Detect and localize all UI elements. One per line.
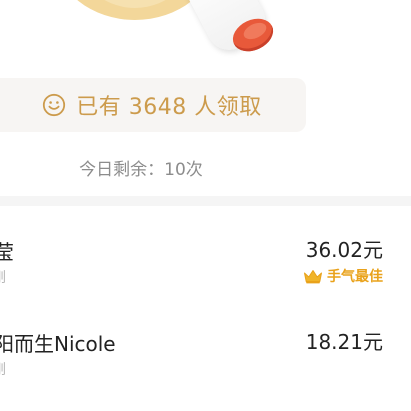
recipient-time: 刚 [0,359,6,379]
claimed-count-text: 已有 3648 人领取 [76,95,262,120]
amount-received: 18.21元 [305,330,383,354]
red-packet-detail-page: 已有 3648 人领取 今日剩余：10次 莹 刚 36.02元 手气最佳 阳而生… [0,0,411,411]
claimed-count-pill: 已有 3648 人领取 [0,78,306,132]
list-item[interactable]: 莹 刚 36.02元 手气最佳 [0,206,411,286]
section-divider [0,196,411,206]
recipient-name: 莹 [0,240,14,264]
amount-received: 36.02元 [305,238,383,262]
list-item[interactable]: 阳而生Nicole 刚 18.21元 [0,306,411,386]
recipient-time: 刚 [0,267,6,287]
recipient-name: 阳而生Nicole [0,332,116,356]
remaining-times-text: 今日剩余：10次 [79,160,203,180]
smile-icon [42,93,66,117]
crown-icon [303,269,323,284]
claimed-count-content: 已有 3648 人领取 [42,89,261,121]
best-luck-label: 手气最佳 [327,269,383,285]
best-luck-badge: 手气最佳 [303,266,383,286]
